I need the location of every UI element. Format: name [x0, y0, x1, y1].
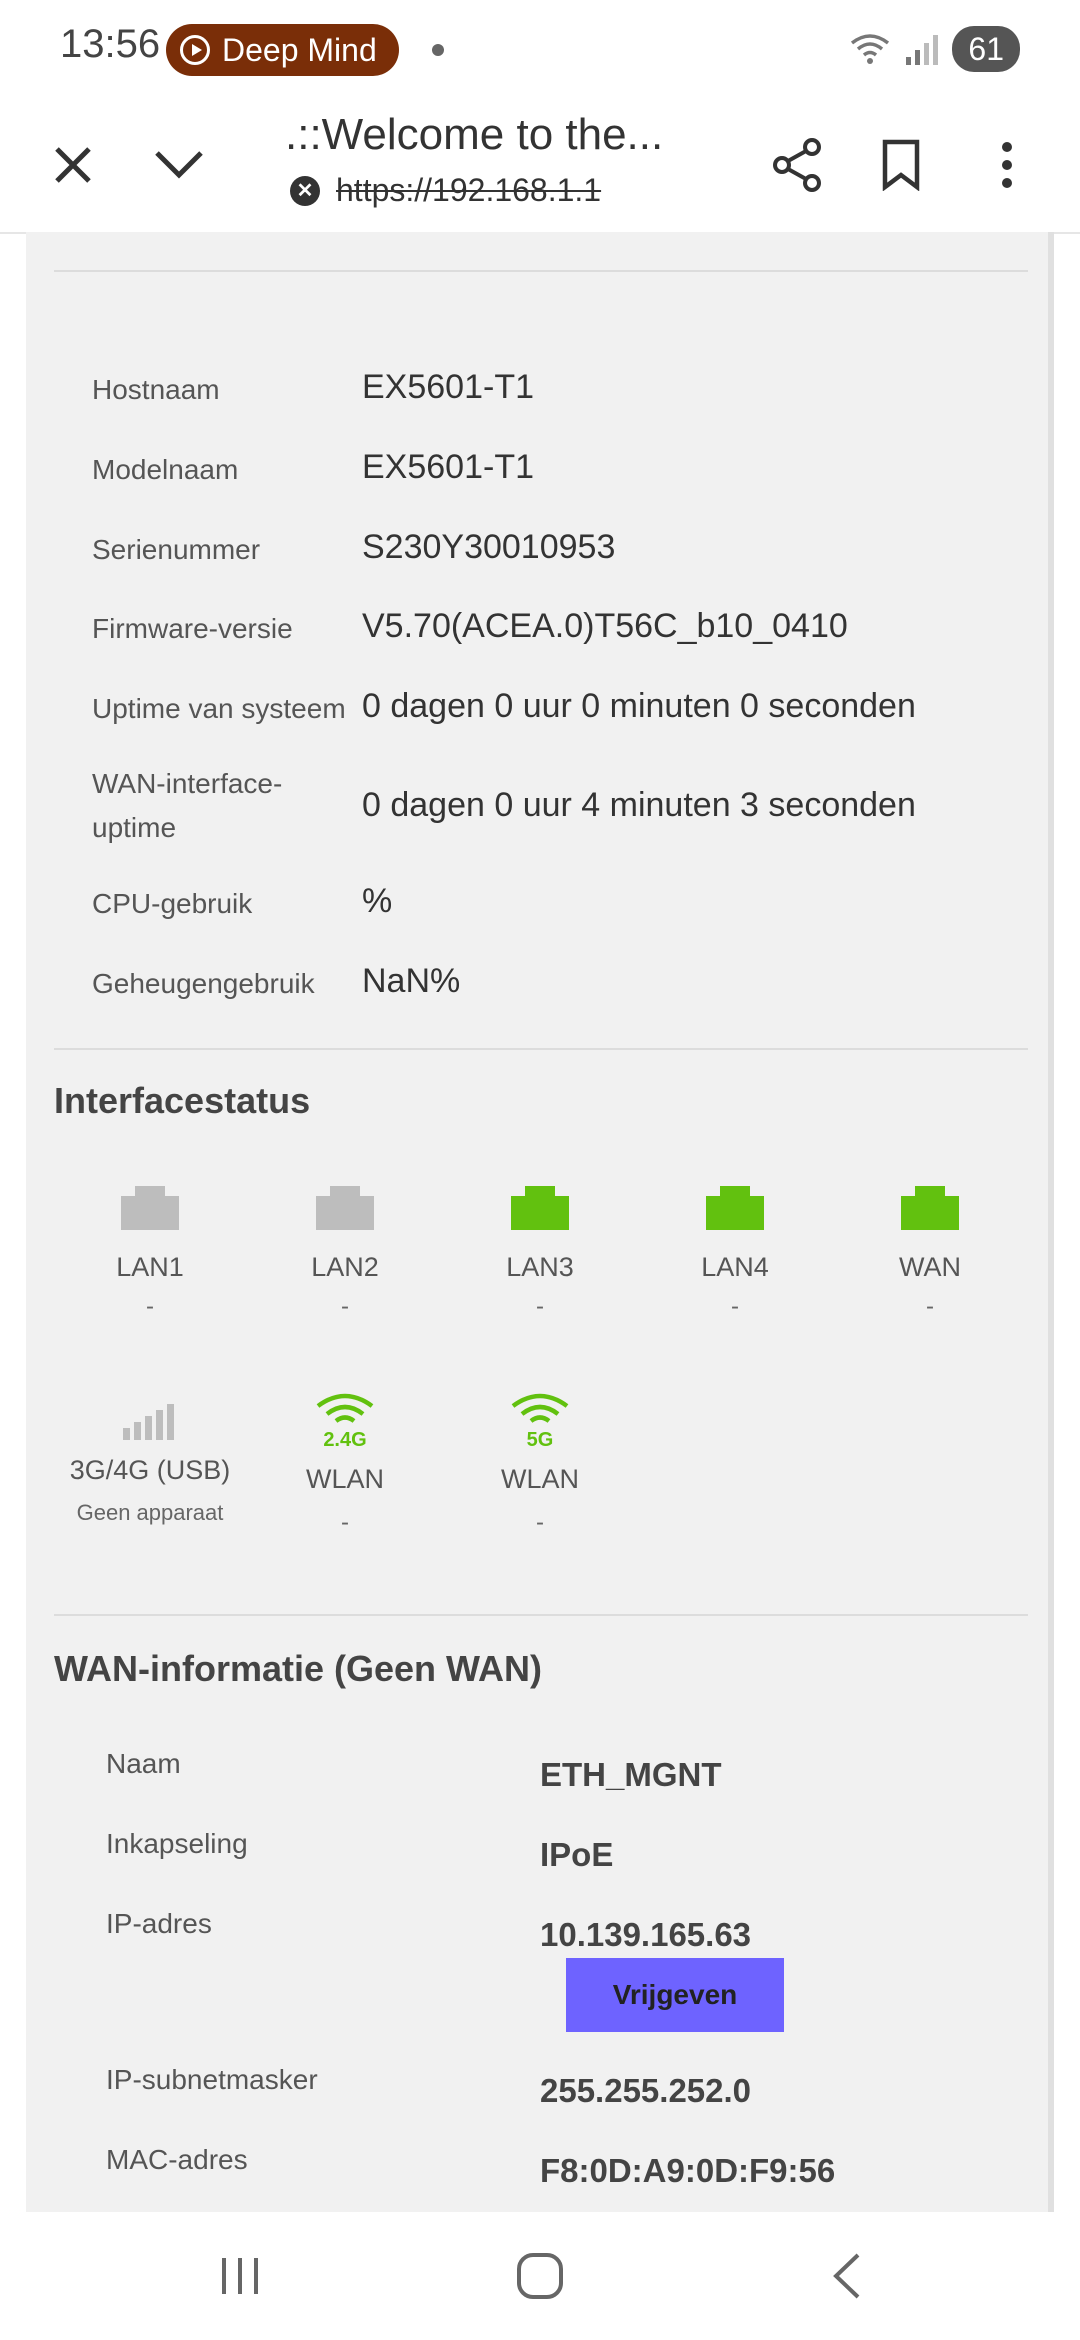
- port-lan4: LAN4 -: [655, 1186, 815, 1321]
- recent-apps-icon[interactable]: [200, 2246, 280, 2306]
- notification-dot-icon: [432, 44, 444, 56]
- status-icons: 61: [848, 26, 1020, 72]
- port-wan: WAN -: [850, 1186, 1010, 1321]
- close-icon[interactable]: [38, 130, 108, 200]
- info-label: Uptime van systeem: [92, 693, 346, 724]
- battery-indicator: 61: [952, 26, 1020, 72]
- wan-label: MAC-adres: [106, 2144, 248, 2175]
- ethernet-port-icon: [901, 1186, 959, 1230]
- wlan-band-label: 2.4G: [323, 1429, 367, 1451]
- release-button[interactable]: Vrijgeven: [566, 1958, 784, 2032]
- wan-value: IPoE: [540, 1836, 614, 1873]
- wan-value: ETH_MGNT: [540, 1756, 722, 1793]
- url-bar[interactable]: ✕ https://192.168.1.1: [290, 172, 601, 209]
- divider: [54, 1048, 1028, 1050]
- info-value: %: [362, 882, 393, 920]
- info-label: Hostnaam: [92, 374, 220, 405]
- signal-status-icon: [906, 35, 939, 65]
- wifi-icon: [316, 1393, 374, 1423]
- share-icon[interactable]: [762, 130, 832, 200]
- port-lan1: LAN1 -: [70, 1186, 230, 1321]
- port-status: Geen apparaat: [76, 1500, 224, 1525]
- port-status: -: [926, 1293, 934, 1320]
- insecure-icon[interactable]: ✕: [290, 175, 320, 206]
- info-label: Geheugengebruik: [92, 968, 315, 999]
- home-icon[interactable]: [500, 2246, 580, 2306]
- info-value: V5.70(ACEA.0)T56C_b10_0410: [362, 607, 848, 645]
- page-title[interactable]: .::Welcome to the...: [285, 110, 663, 160]
- notification-pill[interactable]: Deep Mind: [166, 24, 399, 76]
- port-lan2: LAN2 -: [265, 1186, 425, 1321]
- wlan-5g: 5G WLAN -: [460, 1392, 620, 1537]
- wan-value: 255.255.252.0: [540, 2072, 752, 2109]
- info-label: WAN-interface-uptime: [92, 768, 283, 843]
- info-label: Firmware-versie: [92, 613, 293, 644]
- wan-label: Inkapseling: [106, 1828, 248, 1859]
- port-lan3: LAN3 -: [460, 1186, 620, 1321]
- info-label: Modelnaam: [92, 454, 239, 485]
- wlan-band-label: 5G: [526, 1429, 554, 1451]
- info-value: 0 dagen 0 uur 0 minuten 0 seconden: [362, 687, 916, 725]
- port-status: -: [731, 1293, 739, 1320]
- wan-value: F8:0D:A9:0D:F9:56: [540, 2152, 836, 2189]
- play-icon: [180, 35, 210, 65]
- info-value: NaN%: [362, 962, 461, 1000]
- signal-bars-icon: [123, 1404, 174, 1440]
- more-options-icon[interactable]: [972, 130, 1042, 200]
- info-value: EX5601-T1: [362, 448, 534, 486]
- status-time: 13:56: [60, 22, 161, 66]
- port-name: LAN2: [311, 1252, 379, 1282]
- wan-info-title: WAN-informatie (Geen WAN): [54, 1648, 543, 1689]
- port-name: LAN3: [506, 1252, 574, 1282]
- port-status: -: [146, 1293, 154, 1320]
- port-name: LAN4: [701, 1252, 769, 1282]
- info-label: Serienummer: [92, 534, 261, 565]
- wan-label: Naam: [106, 1748, 181, 1779]
- interface-status-title: Interfacestatus: [54, 1080, 311, 1121]
- info-label: CPU-gebruik: [92, 888, 253, 919]
- wifi-icon: [511, 1393, 569, 1423]
- chevron-down-icon[interactable]: [144, 130, 214, 200]
- wan-label: IP-adres: [106, 1908, 212, 1939]
- info-value: S230Y30010953: [362, 528, 616, 566]
- port-name: LAN1: [116, 1252, 184, 1282]
- back-icon[interactable]: [806, 2246, 886, 2306]
- info-value: EX5601-T1: [362, 368, 534, 406]
- ethernet-port-icon: [706, 1186, 764, 1230]
- port-status: -: [341, 1509, 349, 1536]
- port-status: -: [536, 1293, 544, 1320]
- wlan-24g: 2.4G WLAN -: [265, 1392, 425, 1537]
- wan-value: 10.139.165.63: [540, 1916, 752, 1953]
- url-text: https://192.168.1.1: [336, 172, 602, 208]
- port-name: WLAN: [500, 1464, 579, 1494]
- notification-pill-label: Deep Mind: [222, 31, 377, 68]
- wan-label: IP-subnetmasker: [106, 2064, 318, 2095]
- divider: [54, 1614, 1028, 1616]
- ethernet-port-icon: [121, 1186, 179, 1230]
- wifi-status-icon: [851, 34, 890, 64]
- page-content[interactable]: Hostnaam EX5601-T1 Modelnaam EX5601-T1 S…: [26, 232, 1054, 2212]
- status-bar: 13:56 Deep Mind 61: [0, 0, 1080, 100]
- port-status: -: [341, 1293, 349, 1320]
- port-status: -: [536, 1509, 544, 1536]
- bookmark-icon[interactable]: [866, 130, 936, 200]
- info-value: 0 dagen 0 uur 4 minuten 3 seconden: [362, 786, 916, 824]
- usb-modem: 3G/4G (USB) Geen apparaat: [50, 1402, 250, 1526]
- port-name: WAN: [899, 1252, 961, 1282]
- browser-toolbar: .::Welcome to the... ✕ https://192.168.1…: [0, 100, 1080, 234]
- divider: [54, 270, 1028, 272]
- port-name: WLAN: [305, 1464, 384, 1494]
- ethernet-port-icon: [316, 1186, 374, 1230]
- ethernet-port-icon: [511, 1186, 569, 1230]
- port-name: 3G/4G (USB): [69, 1455, 231, 1485]
- system-nav-bar: [0, 2212, 1080, 2340]
